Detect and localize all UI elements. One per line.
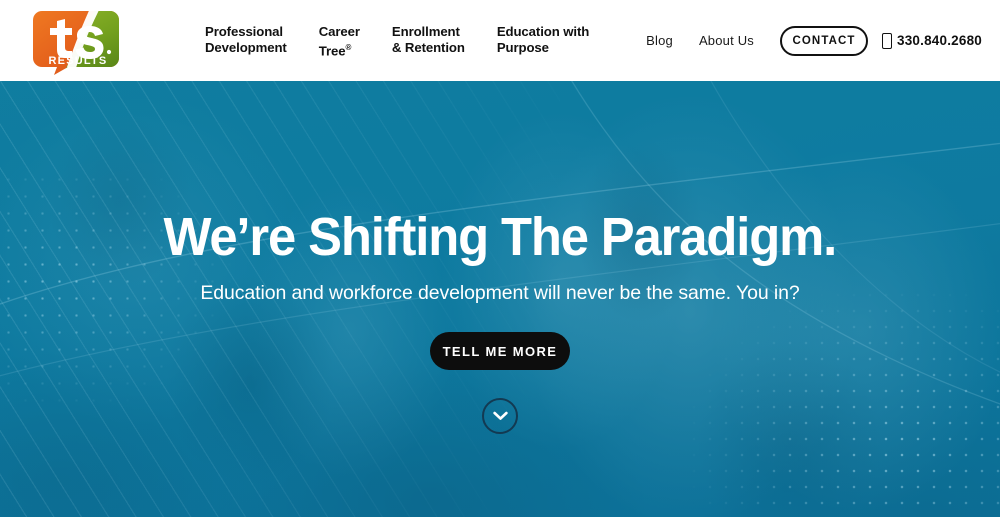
- nav-professional-development[interactable]: Professional Development: [205, 24, 287, 55]
- scroll-down-button[interactable]: [482, 398, 518, 434]
- secondary-navigation: Blog About Us CONTACT 330.840.2680: [646, 0, 982, 81]
- phone-number: 330.840.2680: [897, 33, 982, 48]
- contact-button[interactable]: CONTACT: [780, 25, 869, 56]
- logo-results-text: RESULTS: [49, 55, 108, 67]
- tell-me-more-button[interactable]: TELL ME MORE: [430, 332, 570, 370]
- logo-icon: RESULTS: [33, 11, 119, 75]
- registered-trademark-icon: ®: [345, 42, 352, 52]
- chevron-down-icon: [492, 411, 508, 420]
- nav-about-us[interactable]: About Us: [699, 33, 754, 48]
- hero-content: We’re Shifting The Paradigm. Education a…: [0, 81, 1000, 517]
- primary-navigation: Professional Development Career Tree® En…: [205, 24, 589, 58]
- hero-section: We’re Shifting The Paradigm. Education a…: [0, 81, 1000, 517]
- hero-subheadline: Education and workforce development will…: [200, 282, 800, 304]
- nav-enrollment-retention[interactable]: Enrollment & Retention: [392, 24, 465, 55]
- mobile-phone-icon: [882, 32, 893, 49]
- hero-headline: We’re Shifting The Paradigm.: [163, 207, 838, 267]
- site-header: RESULTS Professional Development Career …: [0, 0, 1000, 81]
- nav-career-tree[interactable]: Career Tree®: [319, 24, 360, 58]
- nav-career-tree-label: Career Tree: [318, 24, 360, 58]
- nav-blog[interactable]: Blog: [646, 33, 673, 48]
- nav-education-with-purpose[interactable]: Education with Purpose: [497, 24, 589, 55]
- tfs-results-logo[interactable]: RESULTS: [28, 6, 124, 76]
- phone-link[interactable]: 330.840.2680: [882, 32, 982, 49]
